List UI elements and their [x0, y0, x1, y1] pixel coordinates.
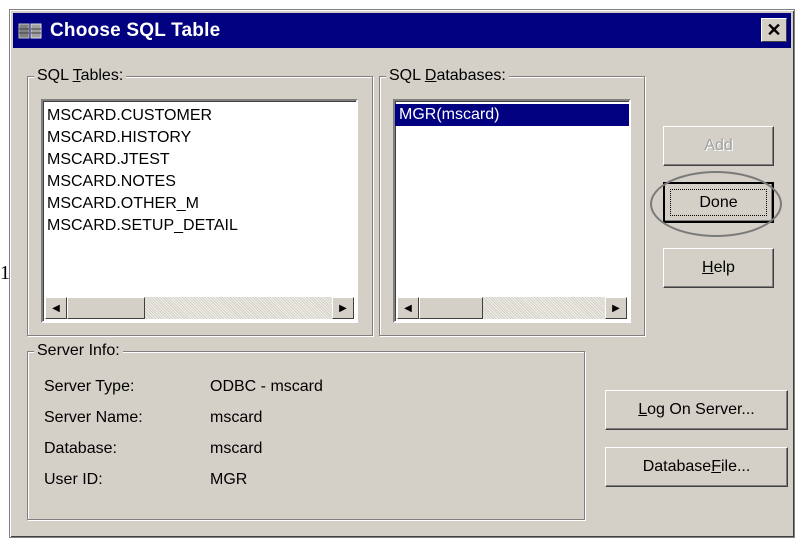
sql-table-item[interactable]: MSCARD.JTEST — [43, 149, 356, 171]
server-info-value: MGR — [210, 471, 248, 488]
add-button[interactable]: Add — [663, 126, 774, 166]
scroll-right-icon[interactable]: ▶ — [332, 297, 354, 319]
sql-databases-listbox[interactable]: MGR(mscard) ◀ ▶ — [393, 99, 631, 323]
sql-tables-listbox[interactable]: MSCARD.CUSTOMER MSCARD.HISTORY MSCARD.JTES… — [41, 99, 358, 323]
server-info-key: Server Type: — [44, 378, 135, 395]
choose-sql-table-dialog: Choose SQL Table ✕ SQL Tables: MSCARD.CU… — [9, 9, 795, 538]
close-icon: ✕ — [766, 19, 782, 40]
scroll-left-icon[interactable]: ◀ — [45, 297, 67, 319]
server-info-key: Database: — [44, 440, 117, 457]
sql-database-item[interactable]: MGR(mscard) — [395, 104, 629, 126]
database-table-icon — [18, 23, 42, 38]
log-on-server-button[interactable]: Log On Server... — [605, 390, 788, 430]
sql-tables-group: SQL Tables: MSCARD.CUSTOMER MSCARD.HISTOR… — [27, 66, 373, 336]
sql-table-item[interactable]: MSCARD.NOTES — [43, 171, 356, 193]
server-info-value: mscard — [210, 440, 263, 457]
sql-databases-label: SQL Databases: — [386, 66, 509, 86]
scroll-left-icon[interactable]: ◀ — [397, 297, 419, 319]
sql-table-item[interactable]: MSCARD.OTHER_M — [43, 193, 356, 215]
server-info-key: Server Name: — [44, 409, 143, 426]
server-info-label: Server Info: — [34, 341, 123, 361]
sql-tables-hscrollbar[interactable]: ◀ ▶ — [45, 297, 354, 319]
server-info-key: User ID: — [44, 471, 103, 488]
sql-databases-hscrollbar[interactable]: ◀ ▶ — [397, 297, 627, 319]
server-info-group: Server Info: Server Type: ODBC - mscard Se… — [27, 341, 585, 520]
sql-table-item[interactable]: MSCARD.SETUP_DETAIL — [43, 215, 356, 237]
sql-databases-group: SQL Databases: MGR(mscard) ◀ ▶ — [379, 66, 645, 336]
title-bar[interactable]: Choose SQL Table ✕ — [13, 13, 791, 48]
server-info-value: ODBC - mscard — [210, 378, 323, 395]
sql-table-item[interactable]: MSCARD.CUSTOMER — [43, 105, 356, 127]
window-title: Choose SQL Table — [50, 19, 221, 41]
scroll-thumb[interactable] — [67, 297, 145, 319]
close-button[interactable]: ✕ — [761, 18, 787, 42]
help-button[interactable]: Help — [663, 248, 774, 288]
scroll-right-icon[interactable]: ▶ — [605, 297, 627, 319]
server-info-value: mscard — [210, 409, 263, 426]
highlight-circle — [650, 171, 782, 237]
sql-table-item[interactable]: MSCARD.HISTORY — [43, 127, 356, 149]
sql-tables-label: SQL Tables: — [34, 66, 127, 86]
database-file-button[interactable]: Database File... — [605, 447, 788, 487]
scroll-thumb[interactable] — [419, 297, 483, 319]
